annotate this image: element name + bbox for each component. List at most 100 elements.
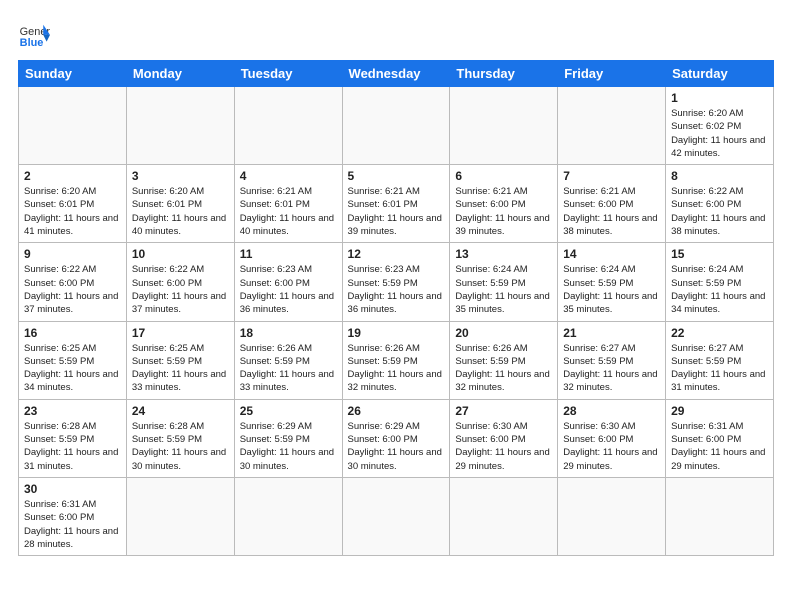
cell-sun-info: Sunrise: 6:23 AMSunset: 6:00 PMDaylight:… [240,263,337,316]
cell-sun-info: Sunrise: 6:24 AMSunset: 5:59 PMDaylight:… [563,263,660,316]
calendar-cell: 11 Sunrise: 6:23 AMSunset: 6:00 PMDayligh… [234,243,342,321]
cell-sun-info: Sunrise: 6:26 AMSunset: 5:59 PMDaylight:… [348,342,445,395]
calendar-cell: 9Sunrise: 6:22 AMSunset: 6:00 PMDaylight… [19,243,127,321]
day-number: 22 [671,326,768,340]
calendar-cell: 2 Sunrise: 6:20 AMSunset: 6:01 PMDaylight… [19,165,127,243]
cell-sun-info: Sunrise: 6:26 AMSunset: 5:59 PMDaylight:… [455,342,552,395]
day-number: 25 [240,404,337,418]
day-number: 19 [348,326,445,340]
day-number: 17 [132,326,229,340]
cell-sun-info: Sunrise: 6:25 AMSunset: 5:59 PMDaylight:… [132,342,229,395]
page: General Blue SundayMondayTuesdayWednesda… [0,0,792,612]
day-number: 18 [240,326,337,340]
day-number: 30 [24,482,121,496]
calendar-cell [450,87,558,165]
calendar-cell: 20Sunrise: 6:26 AMSunset: 5:59 PMDayligh… [450,321,558,399]
cell-sun-info: Sunrise: 6:30 AMSunset: 6:00 PMDaylight:… [455,420,552,473]
calendar-cell: 26 Sunrise: 6:29 AMSunset: 6:00 PMDayligh… [342,399,450,477]
cell-sun-info: Sunrise: 6:30 AMSunset: 6:00 PMDaylight:… [563,420,660,473]
calendar-cell: 1Sunrise: 6:20 AMSunset: 6:02 PMDaylight… [666,87,774,165]
day-number: 3 [132,169,229,183]
cell-sun-info: Sunrise: 6:28 AMSunset: 5:59 PMDaylight:… [132,420,229,473]
calendar-cell [666,477,774,555]
calendar-cell [450,477,558,555]
calendar-cell [126,477,234,555]
cell-sun-info: Sunrise: 6:24 AMSunset: 5:59 PMDaylight:… [671,263,768,316]
cell-sun-info: Sunrise: 6:21 AMSunset: 6:01 PMDaylight:… [240,185,337,238]
calendar-cell: 23 Sunrise: 6:28 AMSunset: 5:59 PMDayligh… [19,399,127,477]
day-number: 15 [671,247,768,261]
cell-sun-info: Sunrise: 6:20 AMSunset: 6:02 PMDaylight:… [671,107,768,160]
weekday-header-row: SundayMondayTuesdayWednesdayThursdayFrid… [19,61,774,87]
calendar-cell: 7Sunrise: 6:21 AMSunset: 6:00 PMDaylight… [558,165,666,243]
calendar-cell: 16Sunrise: 6:25 AMSunset: 5:59 PMDayligh… [19,321,127,399]
calendar-cell [234,87,342,165]
day-number: 16 [24,326,121,340]
cell-sun-info: Sunrise: 6:24 AMSunset: 5:59 PMDaylight:… [455,263,552,316]
calendar-cell [558,477,666,555]
calendar-week-row: 9 Sunrise: 6:22 AMSunset: 6:00 PMDaylight… [19,243,774,321]
day-number: 11 [240,247,337,261]
calendar-table: SundayMondayTuesdayWednesdayThursdayFrid… [18,60,774,556]
svg-text:Blue: Blue [20,37,44,49]
calendar-cell: 24 Sunrise: 6:28 AMSunset: 5:59 PMDayligh… [126,399,234,477]
cell-sun-info: Sunrise: 6:29 AMSunset: 6:00 PMDaylight:… [348,420,445,473]
cell-sun-info: Sunrise: 6:21 AMSunset: 6:01 PMDaylight:… [348,185,445,238]
calendar-cell: 22 Sunrise: 6:27 AMSunset: 5:59 PMDayligh… [666,321,774,399]
calendar-week-row: 1Sunrise: 6:20 AMSunset: 6:02 PMDaylight… [19,87,774,165]
calendar-cell: 21Sunrise: 6:27 AMSunset: 5:59 PMDayligh… [558,321,666,399]
calendar-cell [558,87,666,165]
day-number: 27 [455,404,552,418]
weekday-header-tuesday: Tuesday [234,61,342,87]
calendar-cell: 5 Sunrise: 6:21 AMSunset: 6:01 PMDaylight… [342,165,450,243]
day-number: 6 [455,169,552,183]
day-number: 29 [671,404,768,418]
calendar-cell: 14 Sunrise: 6:24 AMSunset: 5:59 PMDayligh… [558,243,666,321]
cell-sun-info: Sunrise: 6:23 AMSunset: 5:59 PMDaylight:… [348,263,445,316]
calendar-cell: 3Sunrise: 6:20 AMSunset: 6:01 PMDaylight… [126,165,234,243]
calendar-week-row: 16 Sunrise: 6:25 AMSunset: 5:59 PMDayligh… [19,321,774,399]
calendar-cell: 8 Sunrise: 6:22 AMSunset: 6:00 PMDaylight… [666,165,774,243]
cell-sun-info: Sunrise: 6:28 AMSunset: 5:59 PMDaylight:… [24,420,121,473]
calendar-cell [126,87,234,165]
calendar-cell: 25 Sunrise: 6:29 AMSunset: 5:59 PMDayligh… [234,399,342,477]
day-number: 23 [24,404,121,418]
calendar-cell: 13 Sunrise: 6:24 AMSunset: 5:59 PMDayligh… [450,243,558,321]
calendar-cell [342,87,450,165]
calendar-cell: 29Sunrise: 6:31 AMSunset: 6:00 PMDayligh… [666,399,774,477]
weekday-header-monday: Monday [126,61,234,87]
day-number: 10 [132,247,229,261]
day-number: 28 [563,404,660,418]
weekday-header-saturday: Saturday [666,61,774,87]
cell-sun-info: Sunrise: 6:27 AMSunset: 5:59 PMDaylight:… [563,342,660,395]
day-number: 12 [348,247,445,261]
day-number: 24 [132,404,229,418]
cell-sun-info: Sunrise: 6:21 AMSunset: 6:00 PMDaylight:… [563,185,660,238]
cell-sun-info: Sunrise: 6:22 AMSunset: 6:00 PMDaylight:… [671,185,768,238]
day-number: 26 [348,404,445,418]
day-number: 5 [348,169,445,183]
day-number: 8 [671,169,768,183]
day-number: 9 [24,247,121,261]
cell-sun-info: Sunrise: 6:20 AMSunset: 6:01 PMDaylight:… [24,185,121,238]
calendar-week-row: 23 Sunrise: 6:28 AMSunset: 5:59 PMDayligh… [19,399,774,477]
cell-sun-info: Sunrise: 6:22 AMSunset: 6:00 PMDaylight:… [132,263,229,316]
calendar-cell: 18Sunrise: 6:26 AMSunset: 5:59 PMDayligh… [234,321,342,399]
calendar-cell [19,87,127,165]
logo-icon: General Blue [18,18,50,50]
cell-sun-info: Sunrise: 6:21 AMSunset: 6:00 PMDaylight:… [455,185,552,238]
calendar-cell: 30Sunrise: 6:31 AMSunset: 6:00 PMDayligh… [19,477,127,555]
weekday-header-friday: Friday [558,61,666,87]
cell-sun-info: Sunrise: 6:27 AMSunset: 5:59 PMDaylight:… [671,342,768,395]
calendar-cell: 17 Sunrise: 6:25 AMSunset: 5:59 PMDayligh… [126,321,234,399]
header: General Blue [18,18,774,50]
calendar-cell [234,477,342,555]
calendar-cell: 28 Sunrise: 6:30 AMSunset: 6:00 PMDayligh… [558,399,666,477]
day-number: 13 [455,247,552,261]
cell-sun-info: Sunrise: 6:29 AMSunset: 5:59 PMDaylight:… [240,420,337,473]
weekday-header-wednesday: Wednesday [342,61,450,87]
calendar-cell: 27 Sunrise: 6:30 AMSunset: 6:00 PMDayligh… [450,399,558,477]
day-number: 2 [24,169,121,183]
day-number: 4 [240,169,337,183]
day-number: 14 [563,247,660,261]
